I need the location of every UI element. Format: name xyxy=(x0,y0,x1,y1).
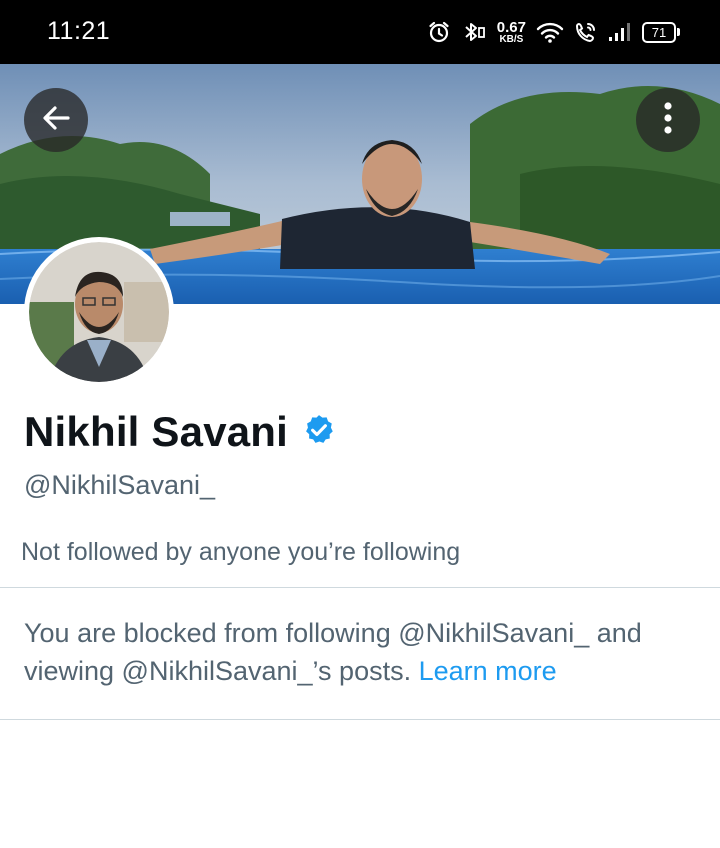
back-button[interactable] xyxy=(24,88,88,152)
wifi-calling-icon xyxy=(574,20,598,44)
profile-handle: @NikhilSavani_ xyxy=(24,470,215,500)
status-time: 11:21 xyxy=(47,17,111,45)
status-bar: 11:21 0.67 KB/S 71 xyxy=(0,0,720,64)
learn-more-link[interactable]: Learn more xyxy=(419,656,557,686)
followed-by-text[interactable]: Not followed by anyone you’re following xyxy=(21,538,460,567)
bluetooth-icon xyxy=(461,20,487,44)
wifi-icon xyxy=(536,21,564,43)
blocked-notice: You are blocked from following @NikhilSa… xyxy=(24,614,694,690)
verified-badge-icon[interactable] xyxy=(302,413,336,452)
battery-icon: 71 xyxy=(642,21,680,43)
signal-icon xyxy=(608,21,632,43)
profile-name-row: Nikhil Savani xyxy=(24,408,336,456)
net-speed-value: 0.67 xyxy=(496,18,526,36)
more-options-button[interactable] xyxy=(636,88,700,152)
divider xyxy=(0,719,720,720)
net-speed-unit: KB/S xyxy=(499,33,524,45)
alarm-icon xyxy=(427,20,451,44)
status-icons: 0.67 KB/S 71 xyxy=(427,16,680,48)
divider xyxy=(0,587,720,588)
arrow-left-icon xyxy=(38,100,74,141)
network-speed: 0.67 KB/S xyxy=(497,20,526,45)
more-vertical-icon xyxy=(662,100,674,141)
profile-name: Nikhil Savani xyxy=(24,408,289,455)
profile-avatar[interactable] xyxy=(24,237,174,387)
